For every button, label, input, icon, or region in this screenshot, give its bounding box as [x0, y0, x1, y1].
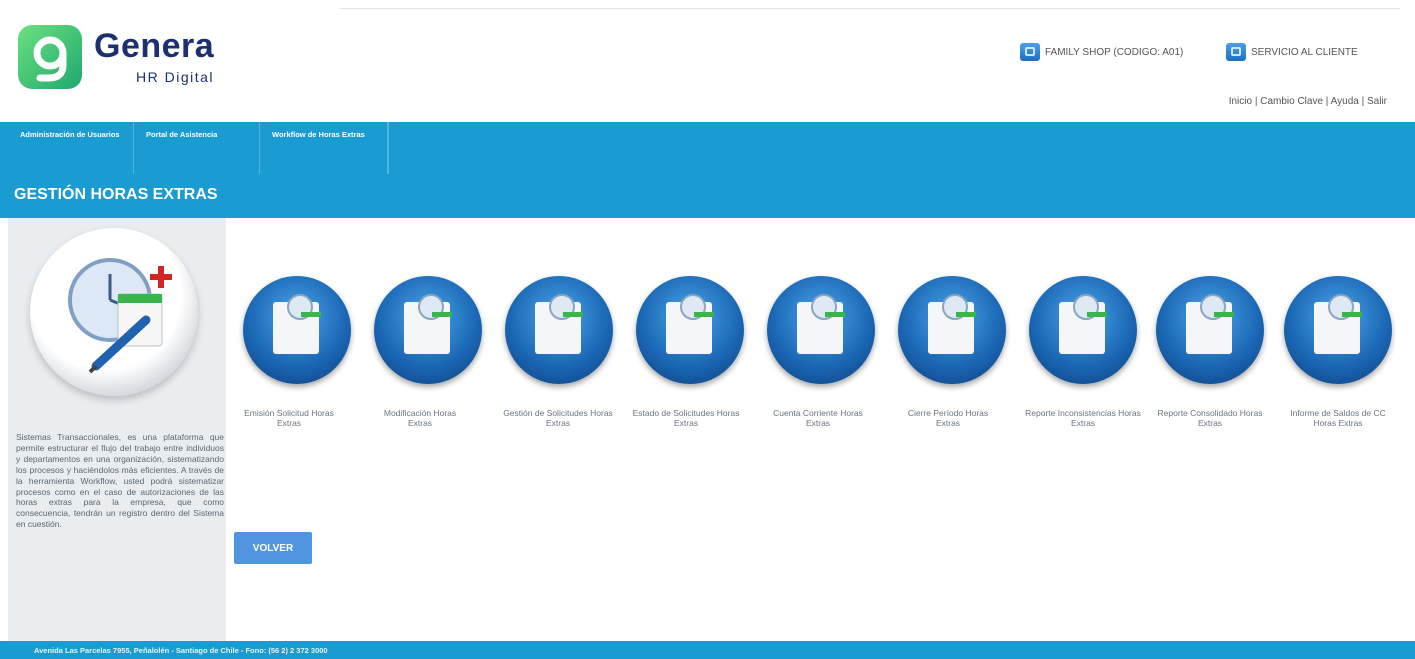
volver-button[interactable]: VOLVER [234, 532, 312, 564]
module-gestion-solicitudes-button[interactable] [505, 276, 613, 384]
footer-address: Avenida Las Parcelas 7955, Peñalolén - S… [34, 646, 328, 655]
module-label[interactable]: Emisión Solicitud Horas Extras [233, 408, 345, 428]
genera-logo-icon [18, 25, 82, 89]
module-cuenta-corriente-button[interactable] [767, 276, 875, 384]
green-bar-icon [1087, 312, 1107, 317]
tab-administracion-usuarios[interactable]: Administración de Usuarios [0, 122, 134, 174]
link-separator: | [1252, 96, 1261, 107]
green-bar-icon [301, 312, 321, 317]
link-inicio[interactable]: Inicio [1229, 96, 1252, 107]
green-bar-icon [563, 312, 583, 317]
tab-portal-asistencia[interactable]: Portal de Asistencia [134, 122, 260, 174]
brand-tagline: HR Digital [136, 69, 215, 85]
module-label[interactable]: Reporte Consolidado Horas Extras [1152, 408, 1268, 428]
green-bar-icon [432, 312, 452, 317]
customer-service-link[interactable]: SERVICIO AL CLIENTE [1226, 40, 1358, 64]
module-label[interactable]: Gestión de Solicitudes Horas Extras [495, 408, 621, 428]
module-label[interactable]: Cierre Período Horas Extras [903, 408, 993, 428]
module-informe-saldos-button[interactable] [1284, 276, 1392, 384]
module-cierre-periodo-button[interactable] [898, 276, 1006, 384]
link-salir[interactable]: Salir [1367, 96, 1387, 107]
customer-service-label: SERVICIO AL CLIENTE [1251, 46, 1358, 58]
user-links: Inicio | Cambio Clave | Ayuda | Salir [1229, 96, 1387, 107]
green-bar-icon [825, 312, 845, 317]
module-reporte-consolidado-button[interactable] [1156, 276, 1264, 384]
link-separator: | [1358, 96, 1367, 107]
family-shop-label: FAMILY SHOP (CODIGO: A01) [1045, 46, 1184, 58]
module-label[interactable]: Modificación Horas Extras [372, 408, 468, 428]
module-label[interactable]: Reporte Inconsistencias Horas Extras [1014, 408, 1152, 428]
sidebar-description: Sistemas Transaccionales, es una platafo… [16, 432, 224, 530]
module-modificacion-button[interactable] [374, 276, 482, 384]
module-reporte-inconsistencias-button[interactable] [1029, 276, 1137, 384]
header-band: Administración de Usuarios Portal de Asi… [0, 122, 1415, 218]
building-icon [1020, 43, 1040, 61]
link-separator: | [1323, 96, 1331, 107]
module-estado-solicitudes-button[interactable] [636, 276, 744, 384]
green-bar-icon [1214, 312, 1234, 317]
top-divider [340, 8, 1400, 9]
tab-workflow-horas-extras[interactable]: Workflow de Horas Extras [260, 122, 388, 174]
link-ayuda[interactable]: Ayuda [1331, 96, 1359, 107]
tab-divider [388, 122, 389, 174]
family-shop-link[interactable]: FAMILY SHOP (CODIGO: A01) [1020, 40, 1183, 64]
link-cambio-clave[interactable]: Cambio Clave [1260, 96, 1323, 107]
module-emision-solicitud-button[interactable] [243, 276, 351, 384]
green-bar-icon [694, 312, 714, 317]
footer: Avenida Las Parcelas 7955, Peñalolén - S… [0, 641, 1415, 659]
module-label[interactable]: Cuenta Corriente Horas Extras [768, 408, 868, 428]
module-label[interactable]: Informe de Saldos de CC Horas Extras [1286, 408, 1390, 428]
page-title: GESTIÓN HORAS EXTRAS [14, 186, 218, 203]
overtime-clock-icon [30, 228, 198, 396]
green-bar-icon [1342, 312, 1362, 317]
module-label[interactable]: Estado de Solicitudes Horas Extras [623, 408, 749, 428]
brand-name: Genera [94, 27, 215, 65]
brand-logo[interactable]: Genera HR Digital [18, 25, 233, 105]
support-icon [1226, 43, 1246, 61]
sidebar: Sistemas Transaccionales, es una platafo… [8, 218, 226, 642]
green-bar-icon [956, 312, 976, 317]
